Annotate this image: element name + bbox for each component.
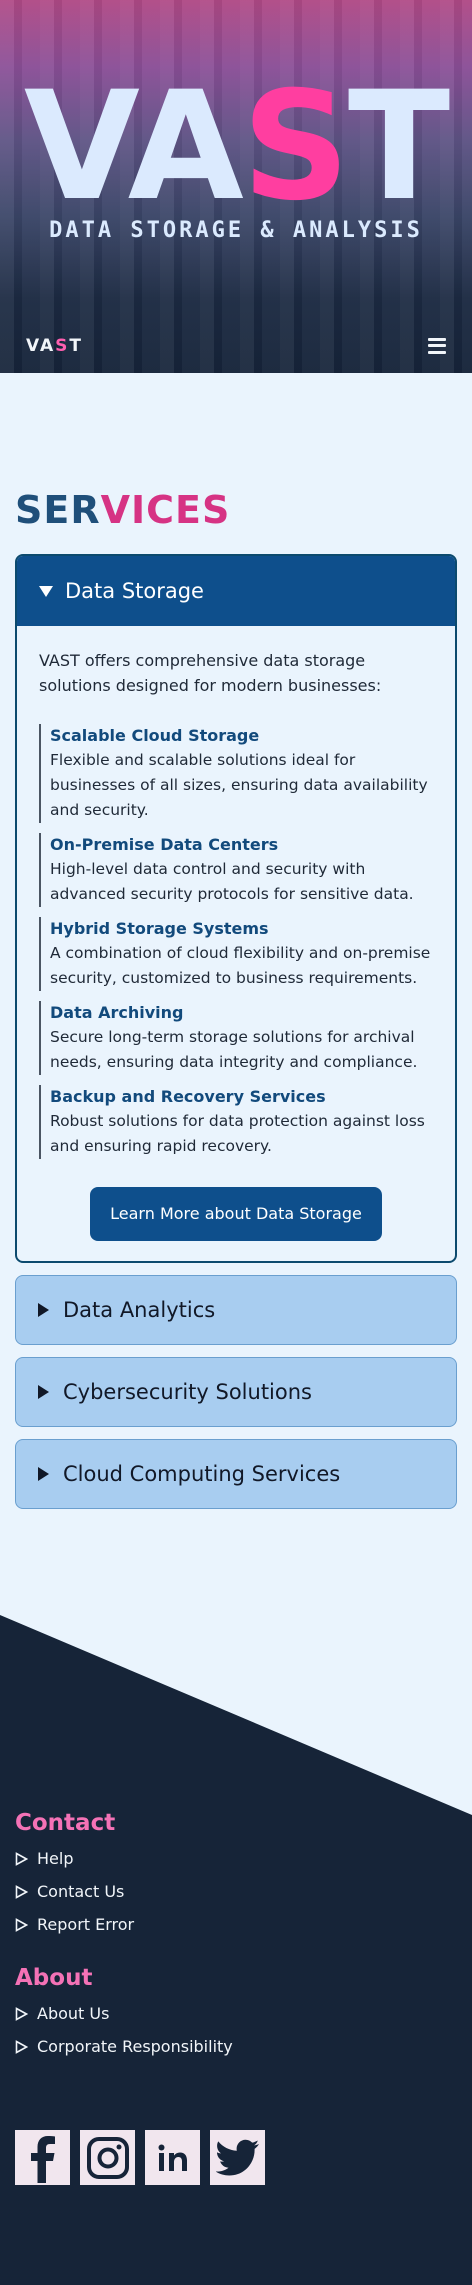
services-title-accent: VICES [100, 488, 231, 532]
feature-desc: Flexible and scalable solutions ideal fo… [50, 751, 428, 819]
instagram-icon[interactable] [80, 2130, 135, 2185]
learn-more-button[interactable]: Learn More about Data Storage [90, 1187, 382, 1241]
hamburger-icon[interactable] [428, 337, 446, 354]
triangle-outline-icon [15, 2039, 28, 2054]
twitter-glyph [215, 2139, 259, 2175]
footer-about: About About Us Corporate Responsibility [15, 1965, 455, 2063]
learn-more-wrap: Learn More about Data Storage [39, 1187, 433, 1241]
footer-link-help[interactable]: Help [15, 1842, 455, 1875]
hamburger-line [428, 344, 446, 347]
linkedin-icon[interactable] [145, 2130, 200, 2185]
footer-link-label: Corporate Responsibility [37, 2037, 233, 2056]
feature-desc: Robust solutions for data protection aga… [50, 1112, 425, 1155]
accordion-data-analytics[interactable]: Data Analytics [15, 1275, 457, 1345]
accordion-label: Data Storage [65, 579, 204, 603]
hamburger-line [428, 337, 446, 341]
accordion-header-data-storage[interactable]: Data Storage [17, 556, 455, 626]
triangle-down-icon [39, 585, 53, 597]
triangle-right-icon [38, 1303, 49, 1317]
twitter-icon[interactable] [210, 2130, 265, 2185]
feature-title: Data Archiving [50, 1003, 184, 1022]
accordion-body: VAST offers comprehensive data storage s… [17, 626, 455, 1261]
footer-contact: Contact Help Contact Us Report Error [15, 1810, 455, 1941]
accordion-cloud-computing[interactable]: Cloud Computing Services [15, 1439, 457, 1509]
feature-title: On-Premise Data Centers [50, 835, 279, 854]
page: VAST DATA STORAGE & ANALYSIS VAST SERVIC… [0, 0, 472, 2285]
logo-part: VA [26, 335, 56, 356]
feature-item: Data Archiving Secure long-term storage … [39, 1001, 433, 1075]
triangle-outline-icon [15, 2006, 28, 2021]
facebook-glyph [30, 2135, 55, 2183]
triangle-right-icon [38, 1385, 49, 1399]
accordion-label: Data Analytics [63, 1298, 216, 1322]
services-section: SERVICES Data Storage VAST offers compre… [15, 488, 457, 1509]
hamburger-line [428, 350, 446, 354]
footer-link-corporate-responsibility[interactable]: Corporate Responsibility [15, 2030, 455, 2063]
feature-title: Scalable Cloud Storage [50, 726, 260, 745]
hero-title-part: VA [23, 60, 244, 234]
feature-item: Backup and Recovery Services Robust solu… [39, 1085, 433, 1159]
hero-banner: VAST DATA STORAGE & ANALYSIS VAST [0, 0, 472, 373]
accordion-label: Cybersecurity Solutions [63, 1380, 312, 1404]
linkedin-glyph [158, 2144, 187, 2171]
footer-link-contact-us[interactable]: Contact Us [15, 1875, 455, 1908]
footer-heading-contact: Contact [15, 1810, 116, 1836]
services-title-part: SER [15, 488, 101, 532]
triangle-right-icon [38, 1467, 49, 1481]
triangle-outline-icon [15, 1884, 28, 1899]
footer-link-label: Contact Us [37, 1882, 125, 1901]
feature-desc: Secure long-term storage solutions for a… [50, 1028, 418, 1071]
feature-title: Hybrid Storage Systems [50, 919, 269, 938]
instagram-glyph [86, 2136, 129, 2179]
footer-link-label: Report Error [37, 1915, 135, 1934]
social-links [15, 2130, 265, 2185]
footer-link-report-error[interactable]: Report Error [15, 1908, 455, 1941]
feature-desc: A combination of cloud flexibility and o… [50, 944, 431, 987]
footer-heading-about: About [15, 1965, 93, 1991]
feature-item: Hybrid Storage Systems A combination of … [39, 917, 433, 991]
hero-title: VAST [0, 72, 472, 222]
footer-link-about-us[interactable]: About Us [15, 1997, 455, 2030]
top-nav: VAST [0, 318, 472, 373]
logo-accent: S [55, 335, 70, 356]
triangle-outline-icon [15, 1917, 28, 1932]
accordion-intro: VAST offers comprehensive data storage s… [39, 651, 382, 695]
hero-title-part: T [347, 60, 450, 234]
hero-subtitle: DATA STORAGE & ANALYSIS [49, 218, 423, 243]
footer-link-label: Help [37, 1849, 74, 1868]
feature-item: On-Premise Data Centers High-level data … [39, 833, 433, 907]
accordion-data-storage: Data Storage VAST offers comprehensive d… [15, 554, 457, 1263]
facebook-icon[interactable] [15, 2130, 70, 2185]
feature-item: Scalable Cloud Storage Flexible and scal… [39, 724, 433, 823]
hero-title-accent: S [241, 60, 350, 234]
feature-desc: High-level data control and security wit… [50, 860, 414, 903]
accordion-label: Cloud Computing Services [63, 1462, 341, 1486]
accordion-cybersecurity[interactable]: Cybersecurity Solutions [15, 1357, 457, 1427]
feature-title: Backup and Recovery Services [50, 1087, 326, 1106]
logo-part: T [69, 335, 84, 356]
footer-link-label: About Us [37, 2004, 110, 2023]
nav-logo[interactable]: VAST [26, 336, 83, 356]
triangle-outline-icon [15, 1851, 28, 1866]
services-title: SERVICES [15, 488, 457, 532]
